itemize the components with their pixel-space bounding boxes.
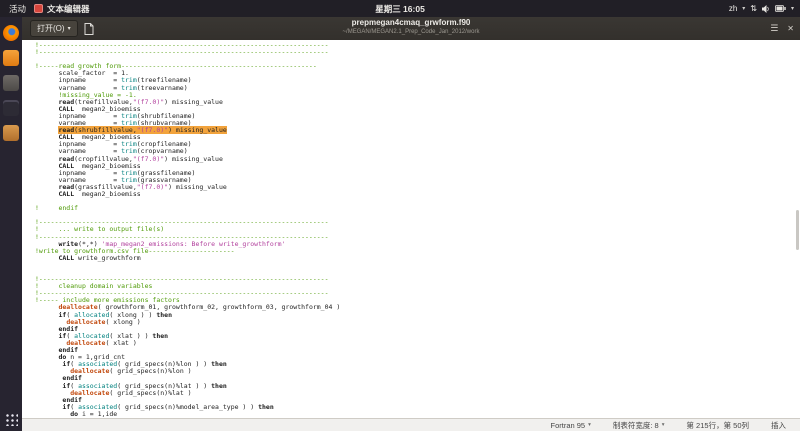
code-line: read(cropfillvalue,"(f7.0)") missing_val… (35, 156, 796, 163)
document-icon (84, 23, 94, 35)
dock-items (0, 25, 22, 141)
code-line: read(grassfillvalue,"(f7.0)") missing_va… (35, 184, 796, 191)
code-line (35, 262, 796, 269)
code-line: if( allocated( xlong ) ) then (35, 312, 796, 319)
code-line: read(treefillvalue,"(f7.0)") missing_val… (35, 99, 796, 106)
input-method-indicator[interactable]: zh (729, 4, 737, 13)
window-title-block: prepmegan4cmaq_grwform.f90 ~/MEGAN/MEGAN… (343, 19, 480, 35)
code-line: if( allocated( xlat ) ) then (35, 333, 796, 340)
code-line (35, 198, 796, 205)
headerbar: 打开(O) ▾ prepmegan4cmaq_grwform.f90 ~/MEG… (22, 17, 800, 41)
system-tray[interactable]: zh ▾ ⇅ ▾ (729, 0, 794, 17)
tab-width-label: 制表符宽度: 8 (613, 420, 659, 431)
focused-app-indicator[interactable]: 文本编辑器 (34, 3, 90, 15)
code-line: !---------------------------------------… (35, 49, 796, 56)
focused-app-name: 文本编辑器 (47, 3, 90, 15)
window-title: prepmegan4cmaq_grwform.f90 (343, 19, 480, 27)
open-button-label: 打开(O) (37, 23, 65, 34)
code-line: deallocate( xlat ) (35, 340, 796, 347)
firefox-icon[interactable] (3, 25, 19, 41)
code-line: CALL write_growthform (35, 255, 796, 262)
code-lines: !---------------------------------------… (35, 42, 796, 418)
insert-mode-label: 插入 (771, 420, 786, 431)
tab-width-selector[interactable]: 制表符宽度: 8 ▾ (613, 420, 665, 431)
code-line: CALL megan2_bioemiss (35, 191, 796, 198)
code-line: deallocate( grid_specs(n)%lon ) (35, 368, 796, 375)
clock[interactable]: 星期三 16:05 (375, 0, 425, 17)
scrollbar-thumb[interactable] (796, 210, 799, 250)
desktop: 活动 文本编辑器 星期三 16:05 zh ▾ ⇅ ▾ 打 (0, 0, 800, 431)
language-selector[interactable]: Fortran 95 ▾ (550, 421, 590, 430)
top-bar: 活动 文本编辑器 星期三 16:05 zh ▾ ⇅ ▾ (0, 0, 800, 17)
cursor-position-label: 第 215行，第 50列 (686, 420, 749, 431)
battery-icon (775, 5, 786, 12)
show-applications-button[interactable] (5, 413, 18, 426)
gimp-icon[interactable] (3, 75, 19, 91)
chevron-down-icon: ▾ (588, 422, 591, 428)
software-icon[interactable] (3, 50, 19, 66)
code-line: if( associated( grid_specs(n)%model_area… (35, 404, 796, 411)
chevron-down-icon: ▾ (791, 5, 794, 12)
hamburger-menu-button[interactable]: ☰ (770, 24, 778, 33)
code-line: read(shrubfillvalue,"(f7.0)") missing_va… (35, 127, 796, 134)
status-bar: Fortran 95 ▾ 制表符宽度: 8 ▾ 第 215行，第 50列 插入 (22, 418, 800, 431)
close-window-button[interactable]: ✕ (787, 25, 794, 33)
insert-mode-indicator[interactable]: 插入 (771, 420, 786, 431)
code-line: endif (35, 347, 796, 354)
open-button[interactable]: 打开(O) ▾ (30, 20, 78, 37)
code-line: deallocate( grid_specs(n)%lat ) (35, 390, 796, 397)
code-line: !write to growthform.csv file-----------… (35, 248, 796, 255)
cursor-position[interactable]: 第 215行，第 50列 (686, 420, 749, 431)
files-icon[interactable] (3, 125, 19, 141)
code-line: do i = 1,ide (35, 411, 796, 418)
volume-icon (762, 5, 770, 13)
network-icon: ⇅ (750, 4, 757, 13)
activities-button[interactable]: 活动 (9, 3, 26, 15)
gedit-window: 打开(O) ▾ prepmegan4cmaq_grwform.f90 ~/MEG… (22, 17, 800, 431)
window-subtitle-path: ~/MEGAN/MEGAN2.1_Prep_Code_Jan_2012/work (343, 29, 480, 35)
chevron-down-icon: ▾ (742, 5, 745, 12)
code-line: !-----read growth form------------------… (35, 63, 796, 70)
new-document-button[interactable] (82, 22, 96, 35)
chevron-down-icon: ▾ (68, 25, 71, 32)
code-line: ! endif (35, 205, 796, 212)
code-line: deallocate( xlong ) (35, 319, 796, 326)
launcher-dock (0, 17, 22, 431)
code-line: varname = trim(treevarname) (35, 85, 796, 92)
chevron-down-icon: ▾ (662, 422, 665, 428)
text-editor-area[interactable]: !---------------------------------------… (22, 40, 800, 418)
terminal-icon[interactable] (3, 100, 19, 116)
gedit-app-icon (34, 4, 43, 13)
language-label: Fortran 95 (550, 421, 585, 430)
